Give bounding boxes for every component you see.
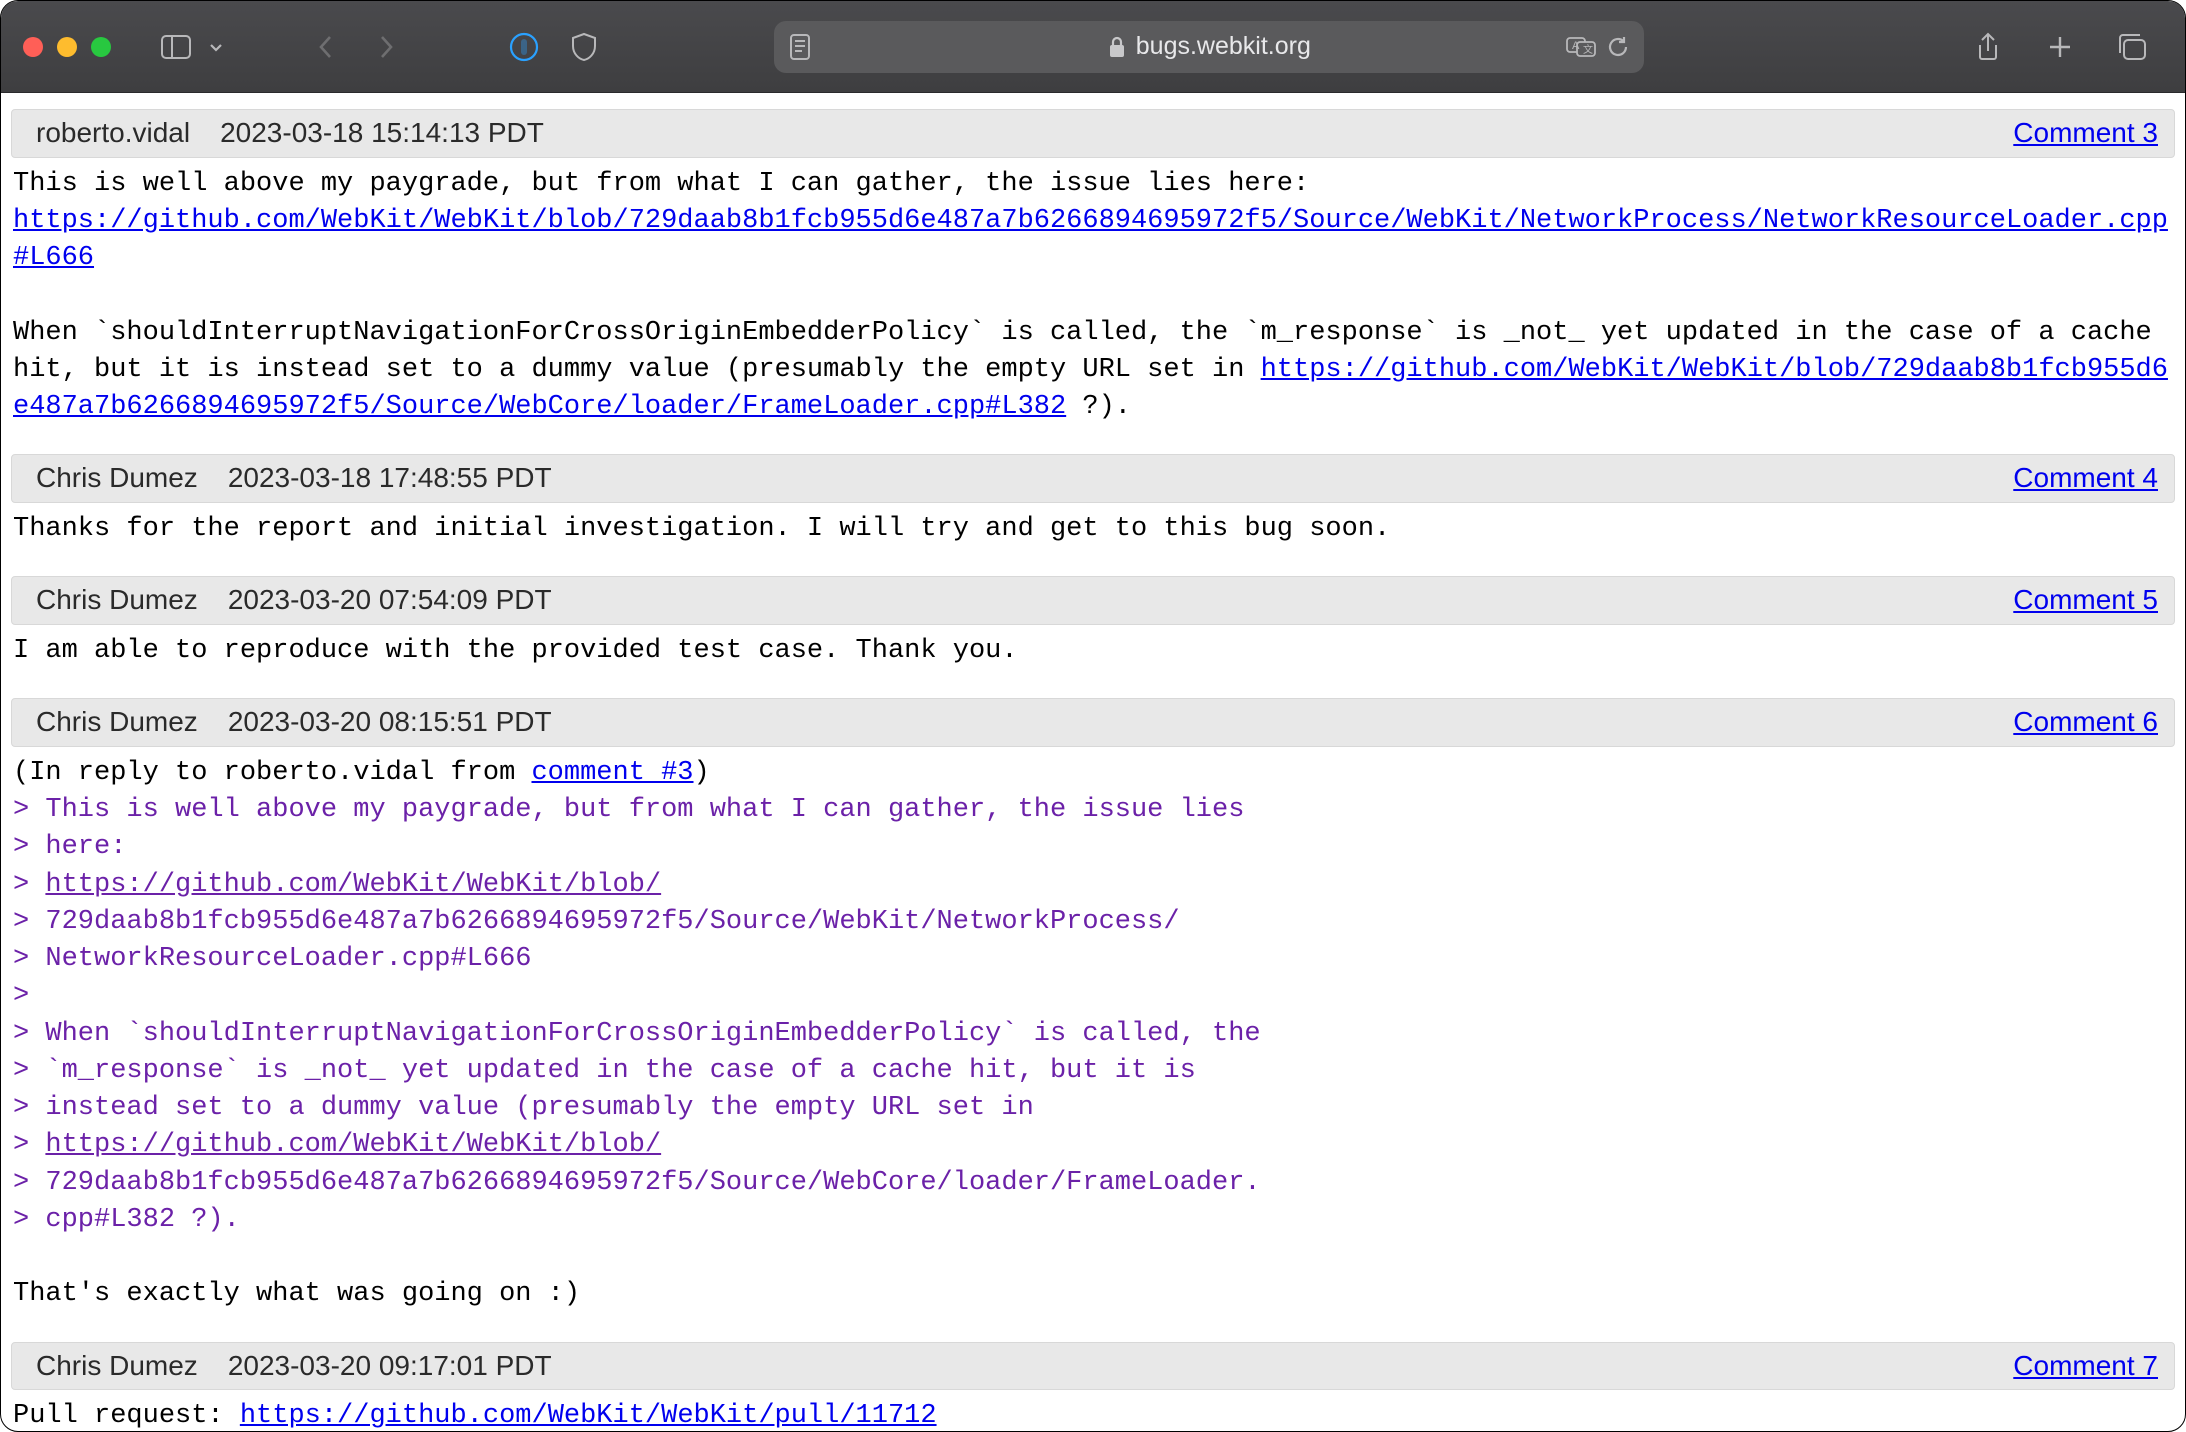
- comment-author: Chris Dumez: [36, 703, 198, 742]
- comment-body: This is well above my paygrade, but from…: [1, 166, 2185, 427]
- reload-icon[interactable]: [1606, 35, 1630, 59]
- comment-block: Chris Dumez 2023-03-18 17:48:55 PDT Comm…: [1, 454, 2185, 548]
- translate-icon[interactable]: A 文: [1566, 35, 1596, 59]
- comment-header: Chris Dumez 2023-03-20 08:15:51 PDT Comm…: [11, 698, 2175, 747]
- comment-timestamp: 2023-03-18 15:14:13 PDT: [220, 114, 544, 153]
- comment-author: roberto.vidal: [36, 114, 190, 153]
- comment-block: Chris Dumez 2023-03-20 07:54:09 PDT Comm…: [1, 576, 2185, 670]
- quoted-text: > This is well above my paygrade, but fr…: [13, 795, 1261, 1235]
- comment-body: Thanks for the report and initial invest…: [1, 511, 2185, 548]
- code-link[interactable]: https://github.com/WebKit/WebKit/blob/: [45, 1130, 661, 1160]
- comment-body: (In reply to roberto.vidal from comment …: [1, 755, 2185, 1314]
- tab-overview-button[interactable]: [2109, 24, 2155, 70]
- address-bar[interactable]: bugs.webkit.org A 文: [774, 21, 1644, 73]
- url-text: bugs.webkit.org: [1136, 32, 1311, 61]
- comment-block: roberto.vidal 2023-03-18 15:14:13 PDT Co…: [1, 109, 2185, 426]
- comment-permalink[interactable]: Comment 4: [2013, 459, 2158, 498]
- svg-text:文: 文: [1583, 43, 1593, 56]
- reply-to-link[interactable]: comment #3: [531, 758, 693, 788]
- extension-1password-icon[interactable]: [501, 24, 547, 70]
- comment-block: Chris Dumez 2023-03-20 08:15:51 PDT Comm…: [1, 698, 2185, 1313]
- comment-author: Chris Dumez: [36, 581, 198, 620]
- comment-author: Chris Dumez: [36, 459, 198, 498]
- window-controls: [23, 37, 111, 57]
- comment-header: Chris Dumez 2023-03-20 07:54:09 PDT Comm…: [11, 576, 2175, 625]
- share-button[interactable]: [1965, 24, 2011, 70]
- comment-block: Chris Dumez 2023-03-20 09:17:01 PDT Comm…: [1, 1342, 2185, 1432]
- back-button[interactable]: [303, 24, 349, 70]
- browser-toolbar: bugs.webkit.org A 文: [1, 1, 2185, 93]
- pull-request-link[interactable]: https://github.com/WebKit/WebKit/pull/11…: [240, 1401, 937, 1431]
- comment-permalink[interactable]: Comment 3: [2013, 114, 2158, 153]
- tab-group-dropdown[interactable]: [193, 24, 239, 70]
- svg-text:A: A: [1572, 40, 1580, 52]
- comment-permalink[interactable]: Comment 6: [2013, 703, 2158, 742]
- new-tab-button[interactable]: [2037, 24, 2083, 70]
- comment-timestamp: 2023-03-18 17:48:55 PDT: [228, 459, 552, 498]
- comment-timestamp: 2023-03-20 09:17:01 PDT: [228, 1347, 552, 1386]
- minimize-window-button[interactable]: [57, 37, 77, 57]
- safari-window: bugs.webkit.org A 文: [0, 0, 2186, 1432]
- comment-body: Pull request: https://github.com/WebKit/…: [1, 1398, 2185, 1431]
- privacy-shield-icon[interactable]: [561, 24, 607, 70]
- code-link[interactable]: https://github.com/WebKit/WebKit/blob/72…: [13, 206, 2168, 273]
- comment-author: Chris Dumez: [36, 1347, 198, 1386]
- close-window-button[interactable]: [23, 37, 43, 57]
- page-content[interactable]: roberto.vidal 2023-03-18 15:14:13 PDT Co…: [1, 93, 2185, 1431]
- comment-header: Chris Dumez 2023-03-20 09:17:01 PDT Comm…: [11, 1342, 2175, 1391]
- code-link[interactable]: https://github.com/WebKit/WebKit/blob/: [45, 870, 661, 900]
- comment-permalink[interactable]: Comment 7: [2013, 1347, 2158, 1386]
- comment-timestamp: 2023-03-20 07:54:09 PDT: [228, 581, 552, 620]
- fullscreen-window-button[interactable]: [91, 37, 111, 57]
- comment-timestamp: 2023-03-20 08:15:51 PDT: [228, 703, 552, 742]
- reader-mode-icon[interactable]: [788, 33, 812, 61]
- forward-button[interactable]: [363, 24, 409, 70]
- comment-header: roberto.vidal 2023-03-18 15:14:13 PDT Co…: [11, 109, 2175, 158]
- comment-body: I am able to reproduce with the provided…: [1, 633, 2185, 670]
- lock-icon: [1108, 36, 1126, 58]
- comment-permalink[interactable]: Comment 5: [2013, 581, 2158, 620]
- comment-header: Chris Dumez 2023-03-18 17:48:55 PDT Comm…: [11, 454, 2175, 503]
